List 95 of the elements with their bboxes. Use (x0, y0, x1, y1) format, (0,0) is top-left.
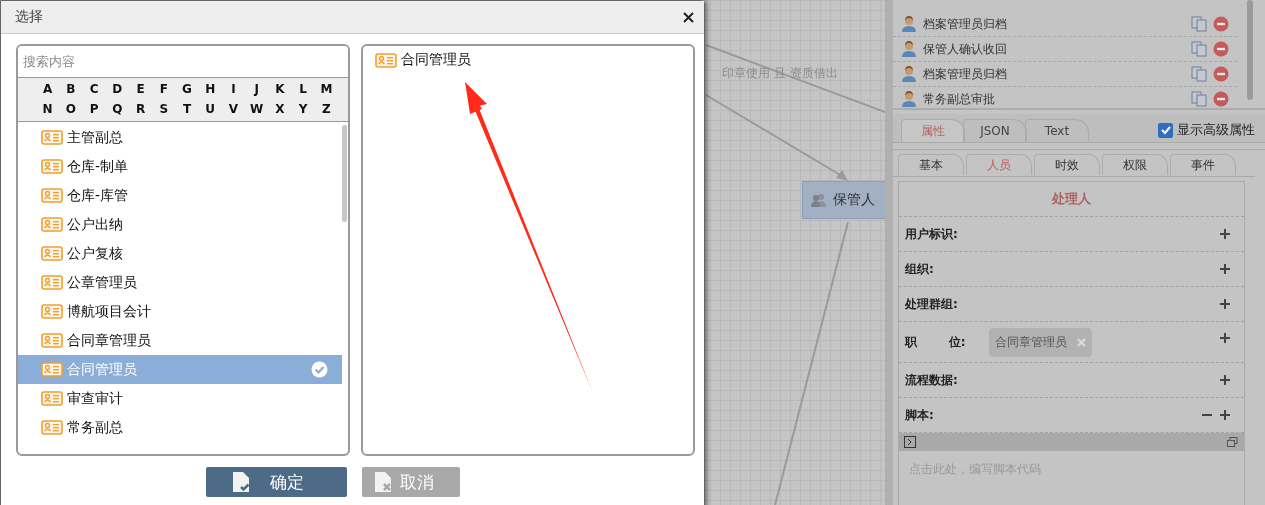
confirm-button[interactable]: 确定 (206, 467, 347, 497)
tab[interactable]: JSON (963, 119, 1027, 142)
option-item[interactable]: 公章管理员 (18, 268, 342, 297)
checkbox[interactable] (1158, 122, 1173, 138)
users-icon (811, 192, 827, 208)
chosen-item[interactable]: 合同管理员 (375, 51, 681, 69)
id-card-icon (41, 304, 63, 319)
close-icon[interactable] (683, 11, 694, 23)
plus-icon[interactable] (1220, 264, 1230, 274)
id-card-icon (41, 333, 63, 348)
plus-icon[interactable] (1220, 333, 1230, 343)
tag-label: 合同章管理员 (995, 333, 1067, 351)
tab[interactable]: 事件 (1170, 154, 1236, 175)
search-field[interactable]: 搜索内容 (18, 46, 348, 78)
letter-filter[interactable]: U (198, 100, 222, 118)
letter-filter[interactable]: E (128, 80, 153, 98)
field-label: 流程数据: (905, 371, 958, 389)
id-card-icon (41, 420, 63, 435)
letter-filter[interactable]: L (291, 80, 315, 98)
option-item[interactable]: 合同章管理员 (18, 326, 342, 355)
file-cross-icon (374, 471, 392, 493)
field-label: 脚本: (905, 406, 934, 424)
letter-filter[interactable]: D (105, 80, 129, 98)
letter-filter[interactable]: J (245, 80, 269, 98)
letter-filter[interactable]: I (221, 80, 246, 98)
restore-icon[interactable] (1227, 436, 1238, 448)
id-card-icon (41, 362, 63, 377)
letter-filter[interactable]: C (82, 80, 106, 98)
person-icon (901, 66, 917, 82)
node-label: 保管人 (833, 191, 875, 209)
option-item[interactable]: 公户复核 (18, 239, 342, 268)
option-item[interactable]: 仓库-制单 (18, 152, 342, 181)
id-card-icon (41, 246, 63, 261)
plus-icon[interactable] (1220, 229, 1230, 239)
plus-icon[interactable] (1220, 375, 1230, 385)
remove-icon[interactable] (1213, 16, 1229, 32)
letter-filter[interactable]: G (175, 80, 199, 98)
id-card-icon (41, 130, 63, 145)
letter-filter[interactable]: A (36, 80, 60, 98)
option-item[interactable]: 常务副总 (18, 413, 342, 442)
letter-filter[interactable]: P (82, 100, 106, 118)
letter-filter[interactable]: K (268, 80, 292, 98)
field-label: 用户标识: (905, 225, 958, 243)
option-item[interactable]: 仓库-库管 (18, 181, 342, 210)
checkbox-label: 显示高级属性 (1177, 121, 1255, 139)
id-card-icon (41, 188, 63, 203)
letter-filter[interactable]: R (128, 100, 153, 118)
field-label: 处理群组: (905, 295, 958, 313)
id-card-icon (41, 159, 63, 174)
tab[interactable]: 时效 (1034, 154, 1100, 175)
letter-filter[interactable]: Q (105, 100, 129, 118)
id-card-icon (41, 217, 63, 232)
option-item[interactable]: 审查审计 (18, 384, 342, 413)
id-card-icon (41, 391, 63, 406)
step-label[interactable]: 档案管理员归档 (923, 65, 1185, 83)
remove-icon[interactable] (1213, 91, 1229, 107)
section-title: 处理人 (899, 182, 1244, 217)
field-label: 职 位: (905, 333, 967, 351)
letter-filter[interactable]: H (198, 80, 222, 98)
id-card-icon (41, 275, 63, 290)
tab[interactable]: Text (1025, 119, 1089, 142)
id-card-icon (375, 52, 397, 68)
terminal-icon[interactable] (904, 436, 916, 448)
diagram-node[interactable]: 保管人 (802, 181, 885, 219)
file-check-icon (232, 471, 250, 493)
option-item[interactable]: 博航项目会计 (18, 297, 342, 326)
check-icon (311, 361, 328, 378)
tab[interactable]: 基本 (898, 154, 964, 175)
letter-filter[interactable]: W (245, 100, 269, 118)
letter-filter[interactable]: S (152, 100, 176, 118)
dialog-title: 选择 (15, 8, 43, 26)
letter-filter[interactable]: B (59, 80, 83, 98)
letter-filter[interactable]: N (36, 100, 60, 118)
remove-icon[interactable] (1213, 66, 1229, 82)
plus-icon[interactable] (1220, 299, 1230, 309)
letter-filter[interactable]: Y (291, 100, 315, 118)
letter-filter[interactable]: X (268, 100, 292, 118)
letter-filter[interactable]: M (314, 80, 338, 98)
letter-filter[interactable]: O (59, 100, 83, 118)
letter-filter[interactable]: V (221, 100, 246, 118)
option-item[interactable]: 公户出纳 (18, 210, 342, 239)
person-icon (901, 41, 917, 57)
plus-icon[interactable] (1220, 410, 1230, 420)
option-item[interactable]: 主管副总 (18, 123, 342, 152)
step-label[interactable]: 档案管理员归档 (923, 15, 1185, 33)
person-icon (901, 16, 917, 32)
tab[interactable]: 权限 (1102, 154, 1168, 175)
letter-filter[interactable]: T (175, 100, 199, 118)
person-icon (901, 91, 917, 107)
remove-icon[interactable] (1213, 41, 1229, 57)
field-label: 组织: (905, 260, 934, 278)
letter-filter[interactable]: Z (314, 100, 338, 118)
letter-filter[interactable]: F (152, 80, 176, 98)
step-label[interactable]: 常务副总审批 (923, 90, 1185, 108)
step-label[interactable]: 保管人确认收回 (923, 40, 1185, 58)
